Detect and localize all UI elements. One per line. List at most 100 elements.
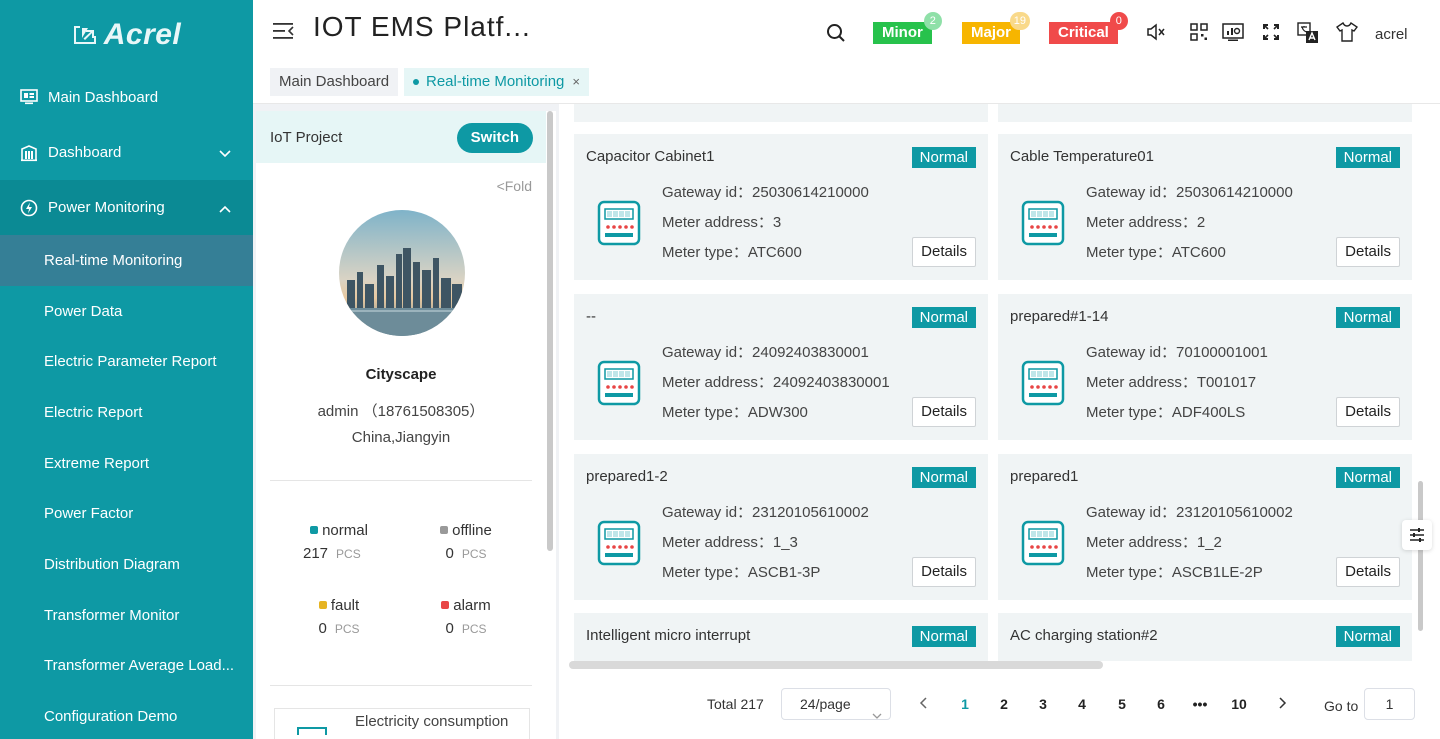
address-value: 24092403830001 bbox=[772, 374, 890, 391]
device-card[interactable]: Intelligent micro interrupt Normal bbox=[574, 613, 988, 661]
page-number-button[interactable]: 3 bbox=[1031, 696, 1055, 712]
gateway-label: Gateway id： bbox=[1086, 344, 1177, 361]
vertical-scrollbar[interactable] bbox=[1418, 481, 1423, 631]
major-alarm-button[interactable]: Major 19 bbox=[962, 12, 1031, 44]
electricity-consumption-card[interactable]: Electricity consumption bbox=[274, 708, 530, 739]
details-button[interactable]: Details bbox=[912, 237, 976, 267]
page-number-button[interactable]: 5 bbox=[1110, 696, 1134, 712]
page-number-button[interactable]: 10 bbox=[1227, 696, 1251, 712]
electricity-consumption-label: Electricity consumption bbox=[355, 713, 509, 730]
sidebar-subitem-electric-parameter-report[interactable]: Electric Parameter Report bbox=[0, 336, 253, 387]
gateway-row: Gateway id：23120105610002 bbox=[662, 501, 869, 522]
app-title: IOT EMS Platf... bbox=[313, 11, 531, 42]
project-avatar bbox=[339, 210, 465, 336]
page-number-button[interactable]: 4 bbox=[1070, 696, 1094, 712]
user-name[interactable]: acrel bbox=[1375, 26, 1408, 43]
close-tab-icon[interactable]: × bbox=[572, 74, 580, 89]
sidebar-subitem-power-factor[interactable]: Power Factor bbox=[0, 488, 253, 539]
chevron-down-icon bbox=[219, 145, 231, 162]
details-button[interactable]: Details bbox=[912, 397, 976, 427]
gateway-value: 25030614210000 bbox=[1176, 184, 1293, 201]
page-size-select[interactable]: 24/page bbox=[781, 688, 891, 720]
type-row: Meter type：ADW300 bbox=[662, 401, 808, 422]
fullscreen-icon[interactable] bbox=[1261, 22, 1281, 42]
details-button[interactable]: Details bbox=[912, 557, 976, 587]
page-number-button[interactable]: 2 bbox=[992, 696, 1016, 712]
device-card[interactable]: Capacitor Cabinet1 Normal Gateway id：25030… bbox=[574, 134, 988, 280]
search-icon[interactable] bbox=[826, 23, 846, 48]
gateway-row: Gateway id：25030614210000 bbox=[1086, 181, 1293, 202]
type-label: Meter type： bbox=[662, 404, 748, 421]
sidebar-subitem-realtime-monitoring[interactable]: Real-time Monitoring bbox=[0, 235, 253, 286]
sidebar-subitem-extreme-report[interactable]: Extreme Report bbox=[0, 438, 253, 489]
device-card[interactable]: prepared1-2 Normal Gateway id：231201056100… bbox=[574, 454, 988, 600]
address-value: 1_2 bbox=[1196, 534, 1222, 551]
device-title: AC charging station#2 bbox=[1010, 627, 1158, 644]
sidebar-item-dashboard[interactable]: Dashboard bbox=[0, 125, 253, 180]
menu-toggle-icon[interactable] bbox=[273, 22, 294, 40]
tab-main-dashboard[interactable]: Main Dashboard bbox=[270, 68, 399, 96]
device-card[interactable]: Cable Temperature01 Normal Gateway id：2503… bbox=[998, 134, 1412, 280]
stat-value: 0 bbox=[318, 620, 327, 637]
device-card[interactable]: AC charging station#2 Normal bbox=[998, 613, 1412, 661]
sidebar-subitem-configuration-demo[interactable]: Configuration Demo bbox=[0, 691, 253, 739]
filter-settings-button[interactable] bbox=[1402, 520, 1432, 550]
pagination-total: Total 217 bbox=[707, 696, 764, 712]
stat-value: 217 bbox=[303, 545, 329, 562]
next-page-icon[interactable] bbox=[1277, 696, 1287, 715]
page-size-value: 24/page bbox=[800, 696, 851, 712]
type-row: Meter type：ASCB1LE-2P bbox=[1086, 561, 1263, 582]
critical-alarm-button[interactable]: Critical 0 bbox=[1049, 12, 1128, 44]
chevron-down-icon bbox=[872, 699, 882, 729]
qr-code-icon[interactable] bbox=[1189, 22, 1209, 42]
sidebar-subitem-distribution-diagram[interactable]: Distribution Diagram bbox=[0, 539, 253, 590]
critical-alarm-label: Critical bbox=[1058, 24, 1109, 41]
stat-alarm: alarm 0 PCS bbox=[406, 597, 526, 637]
details-button[interactable]: Details bbox=[1336, 557, 1400, 587]
sidebar: Acrel Main Dashboard Dashboard Power Mon… bbox=[0, 0, 253, 739]
card-partial-top bbox=[998, 104, 1412, 122]
device-card[interactable]: prepared1 Normal Gateway id：23120105610002… bbox=[998, 454, 1412, 600]
sidebar-item-main-dashboard[interactable]: Main Dashboard bbox=[0, 70, 253, 125]
goto-page-input[interactable]: 1 bbox=[1364, 688, 1415, 720]
sidebar-item-power-monitoring[interactable]: Power Monitoring bbox=[0, 180, 253, 235]
device-title: prepared1 bbox=[1010, 468, 1079, 485]
offline-dot-icon bbox=[440, 526, 449, 534]
fold-link[interactable]: <Fold bbox=[497, 178, 532, 194]
horizontal-scrollbar[interactable] bbox=[569, 661, 1103, 669]
acrel-logo-icon bbox=[72, 24, 98, 46]
details-button[interactable]: Details bbox=[1336, 237, 1400, 267]
tab-realtime-monitoring[interactable]: Real-time Monitoring × bbox=[404, 68, 589, 96]
minor-alarm-button[interactable]: Minor 2 bbox=[873, 12, 942, 44]
switch-project-button[interactable]: Switch bbox=[456, 123, 533, 153]
mute-icon[interactable] bbox=[1146, 22, 1166, 42]
sidebar-item-label: Main Dashboard bbox=[48, 89, 159, 106]
sidebar-subitem-electric-report[interactable]: Electric Report bbox=[0, 387, 253, 438]
status-badge: Normal bbox=[911, 147, 976, 168]
sidebar-subitem-transformer-monitor[interactable]: Transformer Monitor bbox=[0, 590, 253, 641]
theme-skin-icon[interactable] bbox=[1335, 21, 1359, 42]
prev-page-icon[interactable] bbox=[919, 696, 929, 715]
sidebar-subitem-power-data[interactable]: Power Data bbox=[0, 286, 253, 337]
project-panel-scrollbar[interactable] bbox=[546, 111, 556, 739]
type-value: ADW300 bbox=[747, 404, 808, 421]
minor-alarm-label: Minor bbox=[882, 24, 923, 41]
pagination-ellipsis[interactable]: ••• bbox=[1188, 696, 1212, 712]
language-translate-icon[interactable] bbox=[1297, 22, 1318, 43]
stat-unit: PCS bbox=[461, 547, 487, 561]
screen-display-icon[interactable] bbox=[1222, 22, 1244, 42]
type-value: ASCB1-3P bbox=[747, 564, 821, 581]
page-number-button[interactable]: 1 bbox=[953, 696, 977, 712]
type-row: Meter type：ASCB1-3P bbox=[662, 561, 820, 582]
details-button[interactable]: Details bbox=[1336, 397, 1400, 427]
device-card[interactable]: -- Normal Gateway id：24092403830001 Meter a… bbox=[574, 294, 988, 440]
scrollbar-thumb[interactable] bbox=[547, 111, 553, 551]
sidebar-subitem-transformer-average-load[interactable]: Transformer Average Load... bbox=[0, 641, 253, 692]
gateway-value: 23120105610002 bbox=[1176, 504, 1293, 521]
page-number-button[interactable]: 6 bbox=[1149, 696, 1173, 712]
gateway-label: Gateway id： bbox=[1086, 504, 1177, 521]
gateway-row: Gateway id：70100001001 bbox=[1086, 341, 1268, 362]
meter-icon bbox=[1021, 520, 1065, 566]
address-row: Meter address：1_3 bbox=[662, 531, 798, 552]
device-card[interactable]: prepared#1-14 Normal Gateway id：7010000100… bbox=[998, 294, 1412, 440]
